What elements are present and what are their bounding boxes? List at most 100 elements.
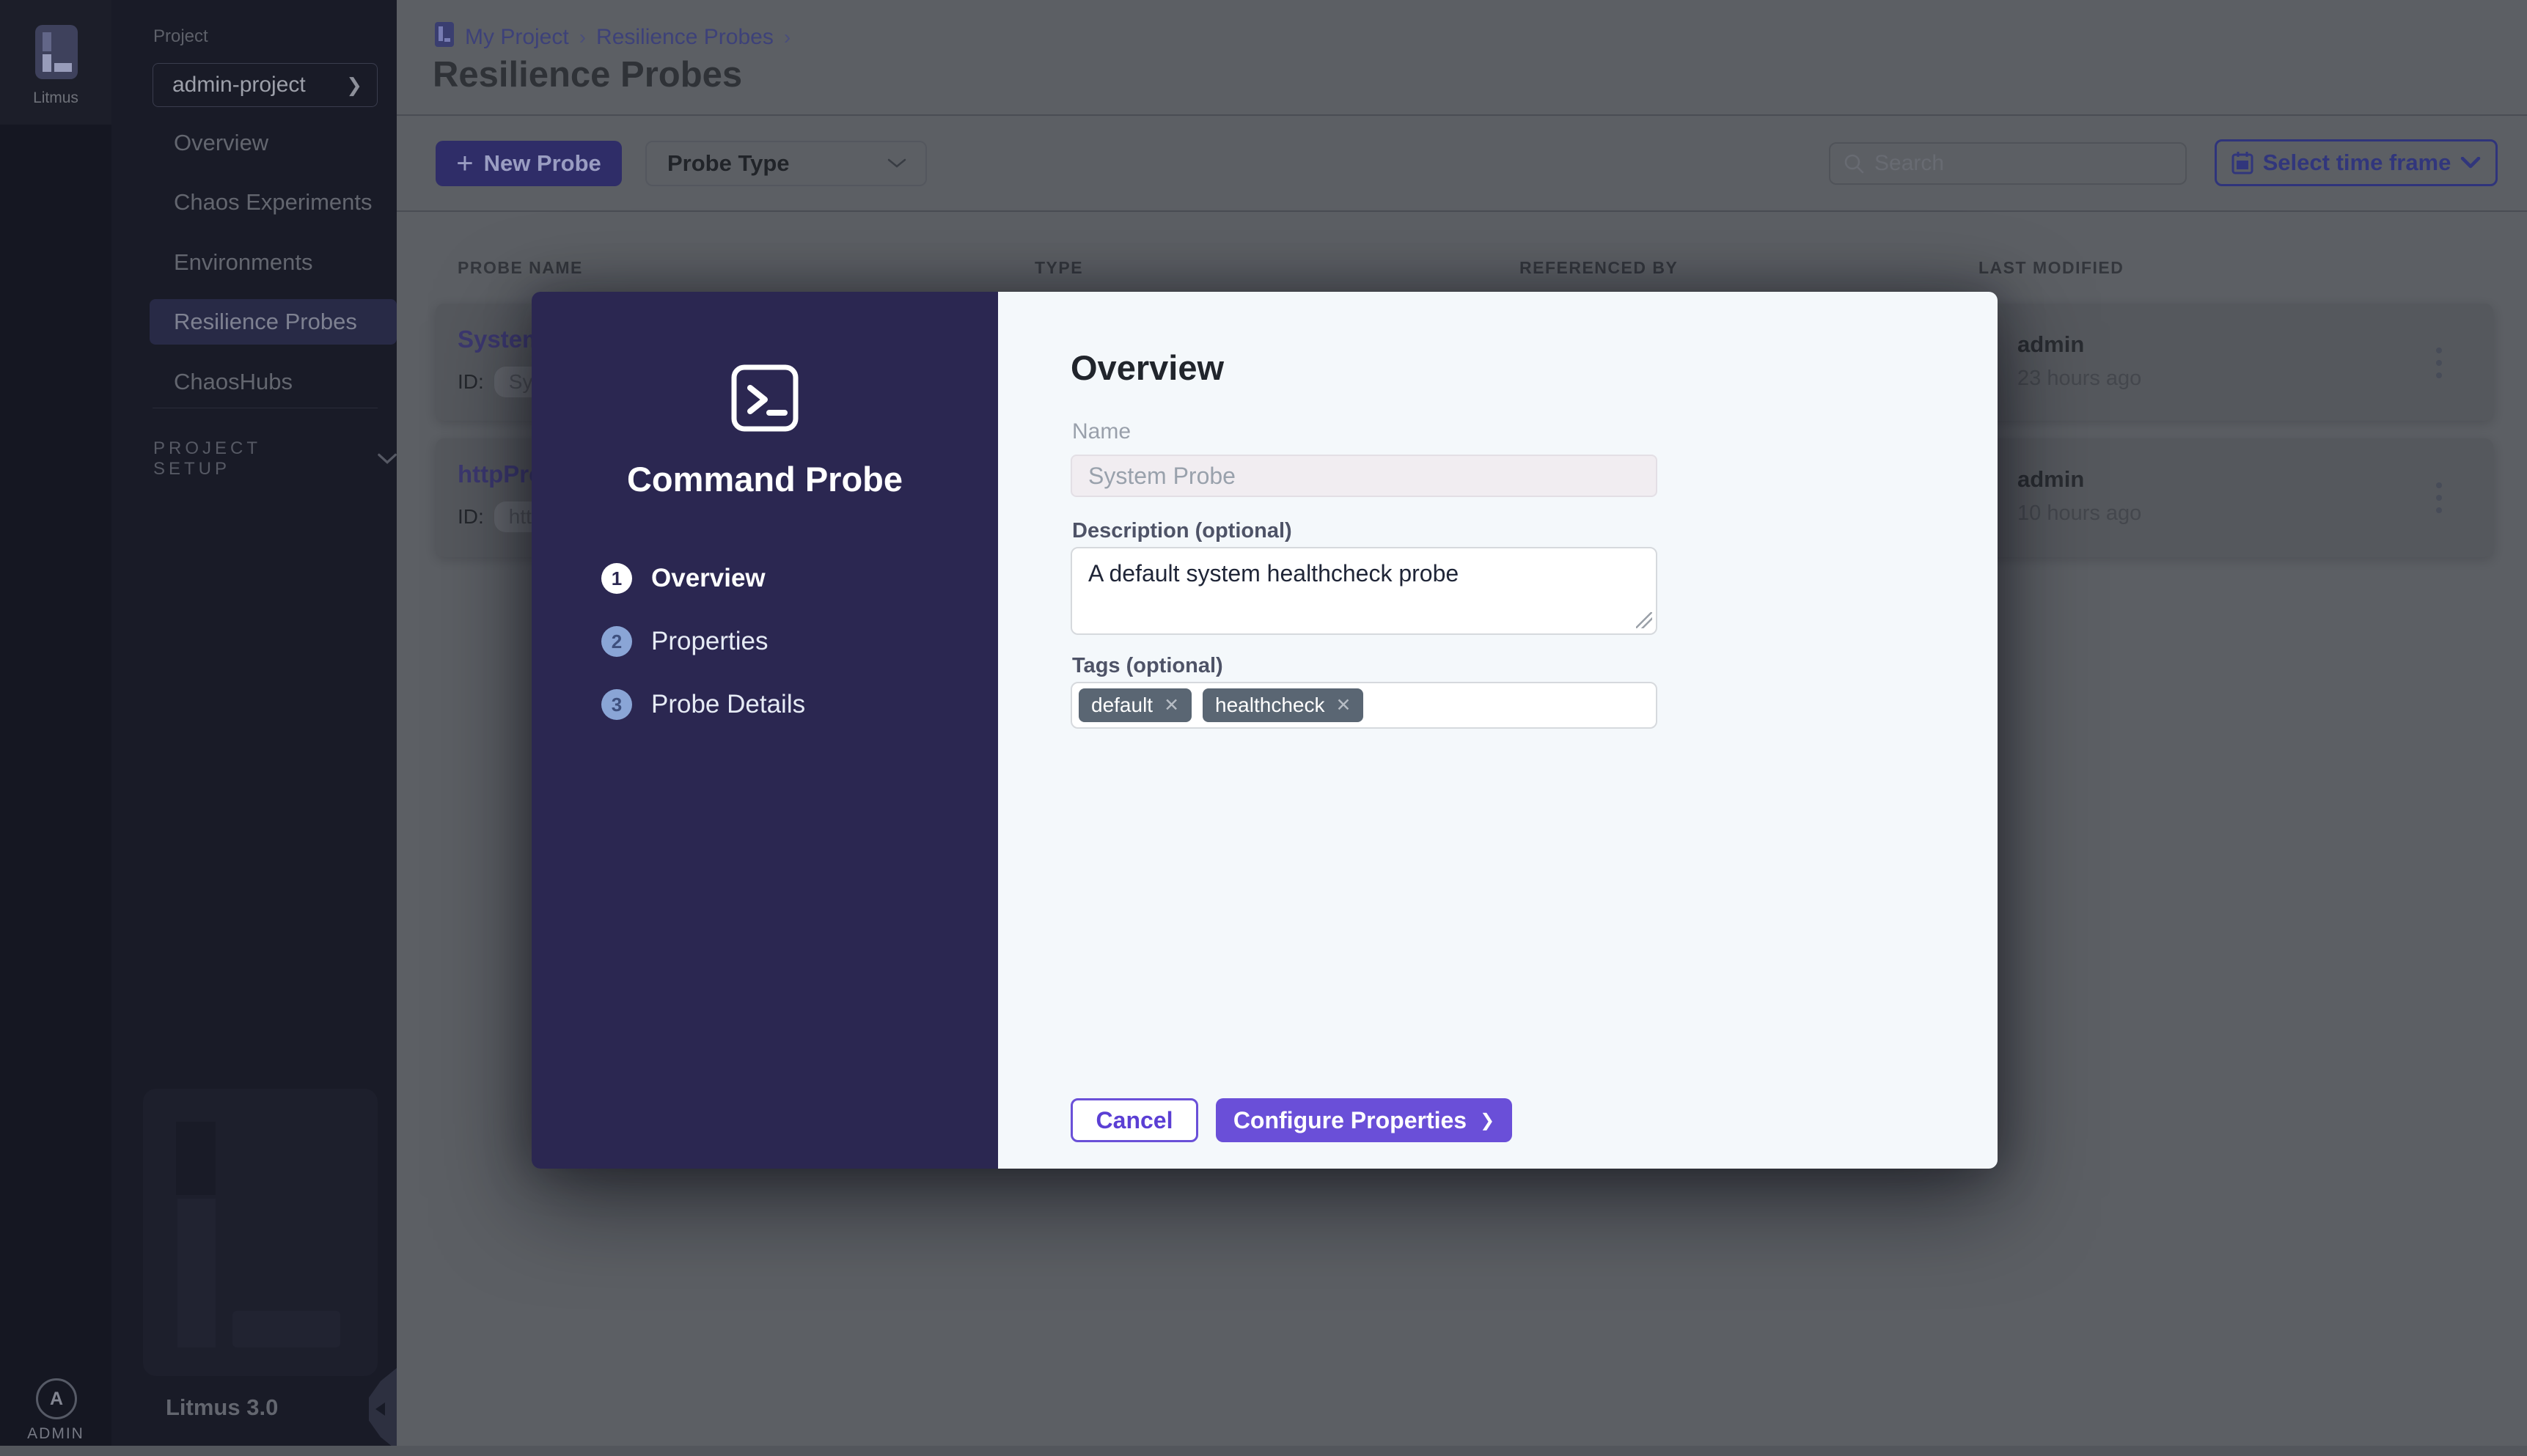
name-input[interactable]	[1071, 455, 1657, 497]
configure-properties-button[interactable]: Configure Properties ❯	[1216, 1098, 1512, 1142]
litmus-app: Litmus A ADMIN Project admin-project ❯ O…	[0, 0, 2527, 1456]
chevron-right-icon: ❯	[346, 73, 362, 96]
modified-time: 10 hours ago	[2017, 501, 2142, 525]
logo-bar	[54, 63, 72, 72]
plus-icon: +	[456, 147, 474, 180]
ghost-block	[176, 1122, 216, 1195]
id-label: ID:	[458, 370, 484, 393]
name-label: Name	[1072, 419, 1132, 444]
step-number: 1	[601, 563, 632, 594]
time-frame-label: Select time frame	[2262, 150, 2451, 175]
sidebar-item-overview[interactable]: Overview	[150, 120, 397, 166]
sidebar-item-chaos-experiments[interactable]: Chaos Experiments	[150, 180, 397, 225]
divider	[397, 114, 2527, 116]
column-header-probe-name: PROBE NAME	[458, 258, 583, 277]
resize-handle-icon[interactable]	[1636, 612, 1652, 628]
sidebar: Project admin-project ❯ Overview Chaos E…	[111, 0, 397, 1456]
project-label: Project	[153, 26, 208, 46]
sidebar-item-environments[interactable]: Environments	[150, 240, 397, 285]
column-header-type: TYPE	[1035, 258, 1084, 277]
rail-logo-block: Litmus	[0, 0, 111, 125]
project-setup-label: PROJECT SETUP	[153, 438, 261, 479]
probe-name-link[interactable]: httpPro	[458, 460, 543, 488]
step-label: Probe Details	[651, 690, 806, 718]
tags-input[interactable]: default ✕ healthcheck ✕	[1071, 682, 1657, 729]
breadcrumb-logo-icon	[435, 22, 454, 47]
tag-text: default	[1091, 694, 1154, 716]
tag-chip: healthcheck ✕	[1203, 688, 1364, 722]
probe-type-title: Command Probe	[626, 460, 903, 499]
logo-bar	[444, 38, 450, 42]
row-menu-button[interactable]	[2424, 339, 2454, 387]
ghost-block	[232, 1311, 340, 1347]
remove-tag-icon[interactable]: ✕	[1335, 694, 1351, 716]
version-label: Litmus 3.0	[166, 1394, 279, 1420]
icon-rail: Litmus A ADMIN	[0, 0, 111, 1456]
description-textarea[interactable]: A default system healthcheck probe	[1071, 547, 1657, 635]
new-probe-button[interactable]: + New Probe	[436, 141, 622, 186]
bottom-edge-bar	[0, 1446, 2527, 1456]
create-probe-modal: Command Probe 1 Overview 2 Properties 3 …	[532, 292, 1998, 1169]
step-label: Properties	[651, 627, 769, 655]
modal-stepper-panel: Command Probe 1 Overview 2 Properties 3 …	[532, 292, 998, 1169]
id-label: ID:	[458, 505, 484, 528]
breadcrumb-resilience-probes[interactable]: Resilience Probes	[596, 25, 774, 50]
chevron-down-icon	[2461, 157, 2481, 169]
search-box	[1829, 142, 2187, 185]
modified-by: admin	[2017, 331, 2085, 357]
litmus-brand-label: Litmus	[33, 89, 78, 106]
logo-bar	[439, 26, 443, 41]
search-icon	[1844, 154, 1864, 174]
tag-chip: default ✕	[1079, 688, 1192, 722]
probe-type-dropdown[interactable]: Probe Type	[645, 141, 927, 186]
chevron-right-icon: ❯	[1480, 1110, 1495, 1130]
logo-bar	[43, 54, 51, 72]
row-menu-button[interactable]	[2424, 474, 2454, 522]
chevron-down-icon	[887, 158, 906, 168]
select-time-frame-button[interactable]: Select time frame	[2215, 139, 2498, 186]
column-header-last-modified: LAST MODIFIED	[1978, 258, 2124, 277]
sidebar-ghost-card	[143, 1089, 378, 1376]
breadcrumb-separator: ›	[783, 26, 791, 48]
modal-form-panel: Overview Name Description (optional) A d…	[998, 292, 1998, 1169]
breadcrumb-separator: ›	[579, 26, 587, 48]
ghost-block	[177, 1199, 216, 1347]
logo-bar	[43, 32, 51, 51]
step-properties[interactable]: 2 Properties	[601, 626, 769, 657]
step-probe-details[interactable]: 3 Probe Details	[601, 689, 805, 720]
column-header-referenced-by: REFERENCED BY	[1519, 258, 1679, 277]
form-heading: Overview	[1071, 348, 1225, 387]
step-number: 3	[601, 689, 632, 720]
breadcrumb-my-project[interactable]: My Project	[465, 25, 569, 50]
sidebar-item-resilience-probes[interactable]: Resilience Probes	[150, 299, 397, 345]
tag-text: healthcheck	[1215, 694, 1325, 716]
breadcrumb: My Project › Resilience Probes ›	[465, 25, 791, 50]
terminal-icon	[731, 364, 799, 432]
modified-time: 23 hours ago	[2017, 367, 2142, 390]
sidebar-item-label: Chaos Experiments	[174, 189, 373, 215]
collapse-arrow-icon	[375, 1402, 385, 1416]
description-field-wrap: A default system healthcheck probe	[1071, 547, 1657, 635]
configure-properties-label: Configure Properties	[1233, 1106, 1467, 1133]
remove-tag-icon[interactable]: ✕	[1164, 694, 1179, 716]
sidebar-item-label: Resilience Probes	[174, 309, 357, 334]
step-label: Overview	[651, 564, 766, 592]
cancel-button[interactable]: Cancel	[1071, 1098, 1198, 1142]
project-select-value: admin-project	[172, 73, 306, 97]
probe-name-link[interactable]: System	[458, 326, 543, 353]
new-probe-label: New Probe	[483, 150, 601, 176]
page-title: Resilience Probes	[433, 55, 743, 95]
modified-by: admin	[2017, 466, 2085, 492]
description-label: Description (optional)	[1072, 519, 1292, 543]
step-overview[interactable]: 1 Overview	[601, 563, 766, 594]
sidebar-item-label: ChaosHubs	[174, 369, 293, 394]
litmus-logo-icon[interactable]	[35, 25, 78, 79]
tags-label: Tags (optional)	[1072, 654, 1223, 677]
chevron-down-icon	[378, 453, 397, 464]
project-select[interactable]: admin-project ❯	[153, 63, 378, 107]
project-setup-toggle[interactable]: PROJECT SETUP	[153, 438, 397, 479]
user-avatar[interactable]: A	[36, 1378, 77, 1419]
sidebar-item-chaoshubs[interactable]: ChaosHubs	[150, 359, 397, 405]
search-input[interactable]	[1874, 151, 2172, 176]
divider	[397, 210, 2527, 212]
